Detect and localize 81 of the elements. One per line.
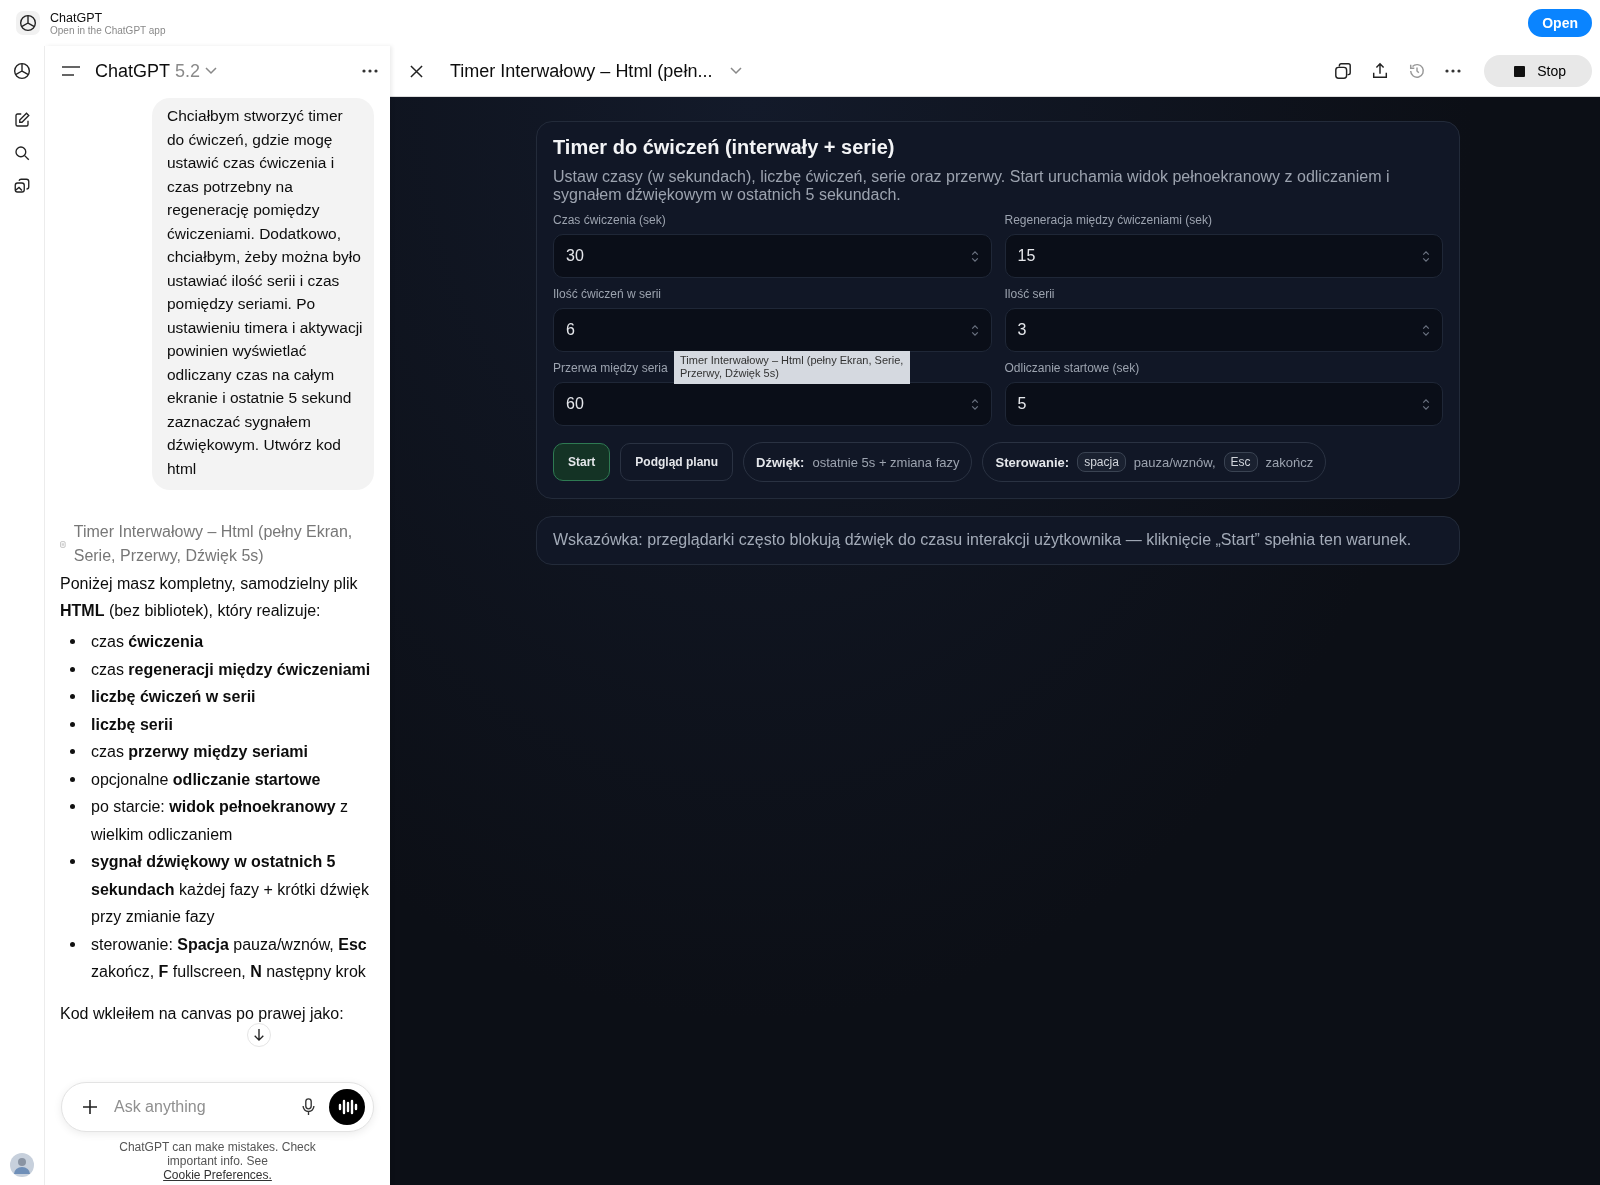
user-message: Chciałbym stworzyć timer do ćwiczeń, gdzie mogę ustawić czas ćwiczenia i czas potrzebny na regenerację pomiędzy ćwiczeniami. Dodatkowo, chciałbym, żeby można było ustawiać ilość serii i czas pomiędzy seriami. Po ustawieniu timera i aktywacji powinien wyświetlać odliczany czas na całym ekranie i ostatnie 5 sekund zaznaczać sygnałem dźwiękowym. Utwórz kod html bbox=[152, 98, 374, 490]
key-badge: Esc bbox=[1223, 452, 1258, 472]
sidebar-toggle-icon[interactable] bbox=[61, 64, 81, 78]
stop-button[interactable]: Stop bbox=[1484, 55, 1592, 87]
model-selector[interactable]: ChatGPT 5.2 bbox=[95, 60, 218, 82]
chevron-down-icon bbox=[205, 67, 218, 75]
history-icon[interactable] bbox=[1408, 62, 1427, 80]
chevron-down-icon bbox=[730, 67, 743, 75]
logo-icon[interactable] bbox=[11, 60, 33, 82]
open-button[interactable]: Open bbox=[1528, 9, 1592, 37]
app-name: ChatGPT bbox=[50, 10, 104, 25]
close-icon[interactable] bbox=[410, 64, 423, 78]
field-label: Odliczanie startowe (sek) bbox=[1004, 361, 1140, 375]
app-logo-icon bbox=[16, 11, 40, 35]
key-badge: spacja bbox=[1077, 452, 1126, 472]
start-button[interactable]: Start bbox=[553, 443, 611, 481]
canvas-title[interactable]: Timer Interwałowy – Html (pełn... bbox=[450, 60, 743, 82]
spinner-icon bbox=[1422, 397, 1430, 411]
pill-text: zakończ bbox=[1265, 454, 1314, 470]
field-label: Ilość ćwiczeń w serii bbox=[553, 287, 662, 301]
timer-description: Ustaw czasy (w sekundach), liczbę ćwiczeń, serie oraz przerwy. Start uruchamia widok pełnoekranowy z odliczaniem i sygnałem dźwiękowym w ostatnich 5 sekundach. bbox=[553, 168, 1391, 204]
more-icon[interactable] bbox=[1445, 69, 1462, 73]
document-icon bbox=[60, 538, 66, 550]
spinner-icon bbox=[970, 323, 979, 337]
tooltip: Timer Interwałowy – Html (pełny Ekran, Serie, Przerwy, Dźwięk 5s) bbox=[674, 351, 910, 384]
microphone-icon[interactable] bbox=[302, 1098, 315, 1116]
number-field[interactable]: 6 bbox=[553, 308, 992, 352]
list-item: czas przerwy między seriami bbox=[91, 742, 308, 762]
pill-text: ostatnie 5s + zmiana fazy bbox=[812, 454, 960, 470]
number-field[interactable]: 5 bbox=[1004, 382, 1443, 426]
assistant-paragraph: Kod wkleiłem na canvas po prawej jako: bbox=[60, 1003, 344, 1024]
list-item: czas regeneracji między ćwiczeniami bbox=[91, 659, 371, 680]
field-label: Przerwa między seria bbox=[553, 361, 668, 375]
field-label: Czas ćwiczenia (sek) bbox=[553, 213, 666, 227]
preview-button[interactable]: Podgląd planu bbox=[620, 443, 733, 481]
bullet-icon bbox=[70, 859, 75, 864]
list-item: opcjonalne odliczanie startowe bbox=[91, 769, 321, 790]
app-subtitle: Open in the ChatGPT app bbox=[50, 24, 166, 36]
bullet-icon bbox=[70, 721, 75, 727]
bullet-icon bbox=[70, 749, 75, 754]
cookie-link[interactable]: Cookie Preferences. bbox=[163, 1168, 272, 1182]
bullet-icon bbox=[70, 666, 75, 672]
share-icon[interactable] bbox=[1371, 62, 1390, 80]
avatar-icon[interactable] bbox=[10, 1153, 34, 1177]
bullet-icon bbox=[70, 694, 75, 699]
tip-text: Wskazówka: przeglądarki często blokują dźwięk do czasu interakcji użytkownika — kliknięcie „Start” spełnia ten warunek. bbox=[553, 531, 1412, 548]
bullet-icon bbox=[70, 941, 75, 947]
new-chat-icon[interactable] bbox=[13, 111, 31, 129]
bullet-icon bbox=[70, 804, 75, 809]
list-item: liczbę ćwiczeń w serii bbox=[91, 687, 256, 707]
plus-icon[interactable] bbox=[82, 1099, 98, 1115]
field-label: Regeneracja między ćwiczeniami (sek) bbox=[1004, 213, 1212, 227]
canvas-link[interactable]: Timer Interwałowy – Html (pełny Ekran, Serie, Przerwy, Dźwięk 5s) bbox=[73, 520, 374, 568]
timer-title: Timer do ćwiczeń (interwały + serie) bbox=[553, 136, 896, 159]
number-field[interactable]: 30 bbox=[553, 234, 992, 278]
more-icon[interactable] bbox=[362, 69, 378, 73]
voice-mode-icon[interactable] bbox=[329, 1089, 365, 1125]
assistant-paragraph: Poniżej masz kompletny, samodzielny plik HTML (bez bibliotek), który realizuje: bbox=[60, 574, 359, 621]
spinner-icon bbox=[1422, 323, 1430, 337]
number-field[interactable]: 15 bbox=[1004, 234, 1443, 278]
spinner-icon bbox=[970, 397, 979, 411]
spinner-icon bbox=[1422, 249, 1430, 263]
number-field[interactable]: 60 bbox=[553, 382, 992, 426]
pill-text: pauza/wznów, bbox=[1133, 454, 1216, 470]
search-icon[interactable] bbox=[13, 144, 31, 162]
disclaimer-text: ChatGPT can make mistakes. Check important info. See bbox=[118, 1140, 317, 1168]
arrow-down-icon bbox=[253, 1028, 265, 1042]
list-item: liczbę serii bbox=[91, 714, 173, 735]
list-item: sterowanie: Spacja pauza/wznów, Esc zakończ, F fullscreen, N następny krok bbox=[91, 934, 368, 982]
stop-icon bbox=[1514, 65, 1526, 77]
scroll-down-button[interactable] bbox=[247, 1023, 271, 1047]
copy-icon[interactable] bbox=[1334, 62, 1353, 80]
bullet-icon bbox=[70, 639, 75, 644]
images-icon[interactable] bbox=[13, 177, 31, 195]
field-label: Ilość serii bbox=[1004, 287, 1055, 301]
number-field[interactable]: 3 bbox=[1004, 308, 1443, 352]
bullet-icon bbox=[70, 776, 75, 782]
list-item: czas ćwiczenia bbox=[91, 632, 204, 652]
pill-label: Sterowanie: bbox=[995, 454, 1070, 470]
pill-label: Dźwięk: bbox=[756, 454, 805, 470]
spinner-icon bbox=[970, 249, 979, 263]
